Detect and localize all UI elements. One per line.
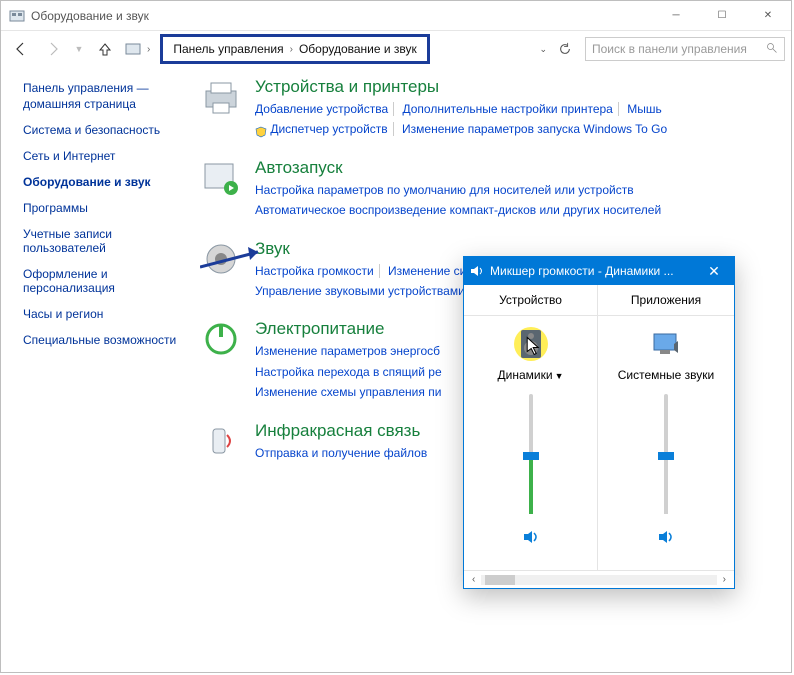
autoplay-icon: [201, 158, 241, 198]
refresh-button[interactable]: [553, 37, 577, 61]
sidebar-item-clock[interactable]: Часы и регион: [23, 307, 193, 321]
sidebar-item-accessibility[interactable]: Специальные возможности: [23, 333, 193, 347]
address-icon: [125, 41, 141, 57]
category-autoplay: Автозапуск Настройка параметров по умолч…: [201, 158, 773, 221]
mixer-titlebar[interactable]: Микшер громкости - Динамики ... ✕: [464, 257, 734, 285]
device-icon[interactable]: [513, 326, 549, 362]
mixer-device-column: Устройство Динамики▼: [464, 285, 598, 570]
app-volume-slider[interactable]: [664, 394, 668, 514]
maximize-button[interactable]: ☐: [699, 1, 745, 31]
link-autoplay-defaults[interactable]: Настройка параметров по умолчанию для но…: [255, 183, 634, 197]
mixer-apps-column: Приложения Системные звуки: [598, 285, 734, 570]
chevron-right-icon: ›: [290, 44, 293, 55]
sidebar-item-hardware[interactable]: Оборудование и звук: [23, 175, 193, 189]
volume-icon: [470, 264, 484, 278]
sidebar: Панель управления — домашняя страница Си…: [1, 67, 201, 672]
app-mute-button[interactable]: [598, 528, 734, 550]
category-title[interactable]: Автозапуск: [255, 158, 773, 178]
link-device-manager[interactable]: Диспетчер устройств: [270, 122, 387, 136]
device-label[interactable]: Динамики▼: [464, 368, 597, 382]
app-label[interactable]: Системные звуки: [598, 368, 734, 382]
breadcrumb-root[interactable]: Панель управления: [173, 42, 283, 56]
cursor-icon: [526, 337, 542, 362]
link-mouse[interactable]: Мышь: [627, 102, 662, 116]
mixer-apps-head: Приложения: [598, 293, 734, 316]
sidebar-item-appearance[interactable]: Оформление и персонализация: [23, 267, 193, 295]
sidebar-item-network[interactable]: Сеть и Интернет: [23, 149, 193, 163]
search-icon: [766, 42, 778, 57]
scroll-left-icon[interactable]: ‹: [472, 574, 475, 585]
sidebar-home-link-sub[interactable]: домашняя страница: [23, 97, 193, 111]
mixer-device-head: Устройство: [464, 293, 597, 316]
speaker-icon: [201, 239, 241, 279]
history-dropdown[interactable]: ▼: [71, 35, 87, 63]
forward-button[interactable]: [39, 35, 67, 63]
breadcrumb[interactable]: Панель управления › Оборудование и звук: [160, 34, 429, 64]
address-dropdown-icon[interactable]: ⌄: [539, 44, 547, 55]
app-icon[interactable]: [648, 326, 684, 362]
back-button[interactable]: [7, 35, 35, 63]
mixer-close-button[interactable]: ✕: [700, 263, 728, 280]
device-mute-button[interactable]: [464, 528, 597, 550]
printer-icon: [201, 77, 241, 117]
link-power-plan[interactable]: Изменение схемы управления пи: [255, 385, 441, 399]
up-button[interactable]: [91, 35, 119, 63]
link-sleep[interactable]: Настройка перехода в спящий ре: [255, 365, 442, 379]
sidebar-item-system[interactable]: Система и безопасность: [23, 123, 193, 137]
sidebar-item-accounts[interactable]: Учетные записи пользователей: [23, 227, 193, 255]
infrared-icon: [201, 421, 241, 461]
minimize-button[interactable]: ─: [653, 1, 699, 31]
titlebar: Оборудование и звук ─ ☐ ✕: [1, 1, 791, 31]
link-power-save[interactable]: Изменение параметров энергосб: [255, 344, 440, 358]
link-add-device[interactable]: Добавление устройства: [255, 102, 388, 116]
power-icon: [201, 319, 241, 359]
link-send-receive[interactable]: Отправка и получение файлов: [255, 446, 427, 460]
volume-mixer-window: Микшер громкости - Динамики ... ✕ Устрой…: [463, 256, 735, 589]
breadcrumb-current[interactable]: Оборудование и звук: [299, 42, 417, 56]
link-cd-autoplay[interactable]: Автоматическое воспроизведение компакт-д…: [255, 203, 661, 217]
search-input[interactable]: Поиск в панели управления: [585, 37, 785, 61]
link-audio-devices[interactable]: Управление звуковыми устройствами: [255, 284, 465, 298]
chevron-right-icon[interactable]: ›: [147, 44, 150, 55]
search-placeholder: Поиск в панели управления: [592, 42, 747, 56]
link-printer-settings[interactable]: Дополнительные настройки принтера: [403, 102, 613, 116]
navbar: ▼ › Панель управления › Оборудование и з…: [1, 31, 791, 67]
window-title: Оборудование и звук: [31, 9, 653, 23]
mixer-title-text: Микшер громкости - Динамики ...: [490, 264, 694, 278]
mixer-scrollbar[interactable]: ‹ ›: [464, 570, 734, 588]
chevron-down-icon: ▼: [555, 371, 564, 381]
category-devices: Устройства и принтеры Добавление устройс…: [201, 77, 773, 140]
sidebar-item-programs[interactable]: Программы: [23, 201, 193, 215]
scroll-right-icon[interactable]: ›: [723, 574, 726, 585]
device-volume-slider[interactable]: [529, 394, 533, 514]
sidebar-home-link[interactable]: Панель управления —: [23, 81, 193, 95]
link-windows-to-go[interactable]: Изменение параметров запуска Windows To …: [402, 122, 667, 136]
control-panel-icon: [9, 8, 25, 24]
shield-icon: [255, 124, 267, 136]
close-button[interactable]: ✕: [745, 1, 791, 31]
link-volume[interactable]: Настройка громкости: [255, 264, 374, 278]
category-title[interactable]: Устройства и принтеры: [255, 77, 773, 97]
